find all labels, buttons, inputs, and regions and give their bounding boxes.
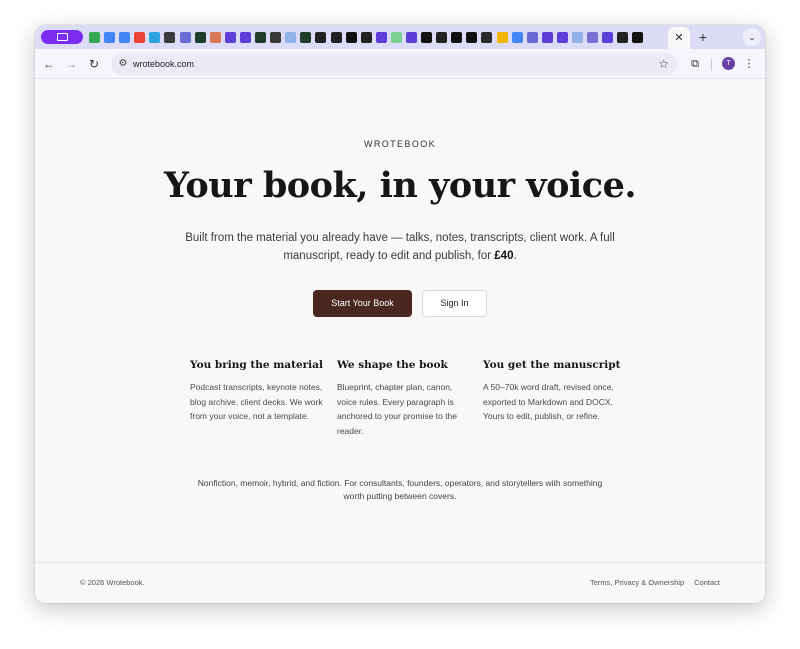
triangle-icon[interactable] [466,31,478,43]
app-icon[interactable] [239,31,251,43]
triangle-icon[interactable] [345,31,357,43]
extensions-icon[interactable]: ⧉ [687,56,703,72]
claude-icon[interactable] [209,31,221,43]
gmail-icon[interactable] [134,31,146,43]
feature-body: Blueprint, chapter plan, canon, voice ru… [337,382,458,436]
caret-icon[interactable] [315,31,327,43]
footer-divider [35,562,765,563]
triangle-icon[interactable] [451,31,463,43]
tab-group-chip[interactable] [41,30,83,44]
browser-window: ✕ + ⌄ ← → ↻ ⚙ wrotebook.com ☆ ⧉ T ⋮ WROT… [35,25,765,603]
app-icon[interactable] [375,31,387,43]
app-icon[interactable] [556,31,568,43]
app-icon[interactable] [270,31,282,43]
feature-title: You bring the material [190,359,323,371]
address-bar[interactable]: ⚙ wrotebook.com ☆ [111,53,677,75]
sign-in-button[interactable]: Sign In [422,290,487,317]
browser-icon[interactable] [179,31,191,43]
google-icon[interactable] [511,31,523,43]
app-icon[interactable] [405,31,417,43]
footer-link-terms[interactable]: Terms, Privacy & Ownership [590,578,684,587]
feature-title: You get the manuscript [483,359,621,371]
shield-icon[interactable] [602,31,614,43]
feature-card: You get the manuscript A 50–70k word dra… [483,357,621,424]
caret-icon[interactable] [330,31,342,43]
hero-subtitle-end: . [513,250,517,262]
drive-icon[interactable] [89,31,100,43]
hero-title: Your book, in your voice. [163,165,637,206]
api-icon[interactable] [587,31,599,43]
tab-search-button[interactable]: ⌄ [743,28,761,46]
browser-toolbar: ← → ↻ ⚙ wrotebook.com ☆ ⧉ T ⋮ [35,49,765,79]
site-info-icon[interactable]: ⚙ [117,58,129,70]
feature-card: You bring the material Podcast transcrip… [190,357,325,424]
profile-avatar[interactable]: T [722,57,735,70]
audience-statement: Nonfiction, memoir, hybrid, and fiction.… [197,478,603,501]
page-content: WROTEBOOK Your book, in your voice. Buil… [35,79,765,603]
tab-group-icon [56,33,68,41]
bookmark-star-icon[interactable]: ☆ [658,56,669,72]
activity-icon[interactable] [194,31,206,43]
app-icon[interactable] [541,31,553,43]
footer-links: Terms, Privacy & Ownership Contact [580,578,720,587]
toolbar-divider [711,59,712,71]
url-text[interactable]: wrotebook.com [133,57,194,71]
features-section: You bring the material Podcast transcrip… [190,357,620,447]
new-tab-button[interactable]: + [695,29,711,45]
triangle-icon[interactable] [421,31,433,43]
browser-menu-icon[interactable]: ⋮ [743,56,755,72]
brand-eyebrow: WROTEBOOK [363,139,437,149]
brain-icon[interactable] [572,31,583,43]
feature-body: Podcast transcripts, keynote notes, blog… [190,382,323,421]
tab-strip: ✕ + ⌄ [35,25,765,49]
app-icon[interactable] [224,31,236,43]
active-tab[interactable]: ✕ [668,27,690,49]
footer-copyright: © 2026 Wrotebook. [80,578,145,587]
footer-link-contact[interactable]: Contact [694,578,720,587]
activity-icon[interactable] [300,31,312,43]
reload-button[interactable]: ↻ [86,56,102,72]
docs-icon[interactable] [119,31,131,43]
back-button[interactable]: ← [41,56,57,72]
close-icon[interactable]: ✕ [674,32,683,44]
hero-subtitle-text: Built from the material you already have… [185,232,615,262]
hero-price: £40 [494,250,514,262]
c-icon[interactable] [617,31,629,43]
feature-title: We shape the book [337,359,448,371]
telegram-icon[interactable] [149,31,161,43]
pinned-tabs [89,31,647,43]
start-your-book-button[interactable]: Start Your Book [313,290,412,317]
c-icon[interactable] [436,31,448,43]
docs-icon[interactable] [104,31,116,43]
forward-button[interactable]: → [63,56,79,72]
sheets-icon[interactable] [390,31,402,43]
feature-body: A 50–70k word draft, revised once, expor… [483,382,614,421]
hero-subtitle: Built from the material you already have… [185,229,615,265]
triangle-icon[interactable] [632,31,644,43]
feature-card: We shape the book Blueprint, chapter pla… [337,357,472,438]
brain-icon[interactable] [285,31,297,43]
app-icon[interactable] [526,31,538,43]
app-icon[interactable] [164,31,176,43]
activity-icon[interactable] [255,31,267,43]
app-icon[interactable] [481,31,493,43]
github-icon[interactable] [360,31,372,43]
chart-icon[interactable] [496,31,508,43]
